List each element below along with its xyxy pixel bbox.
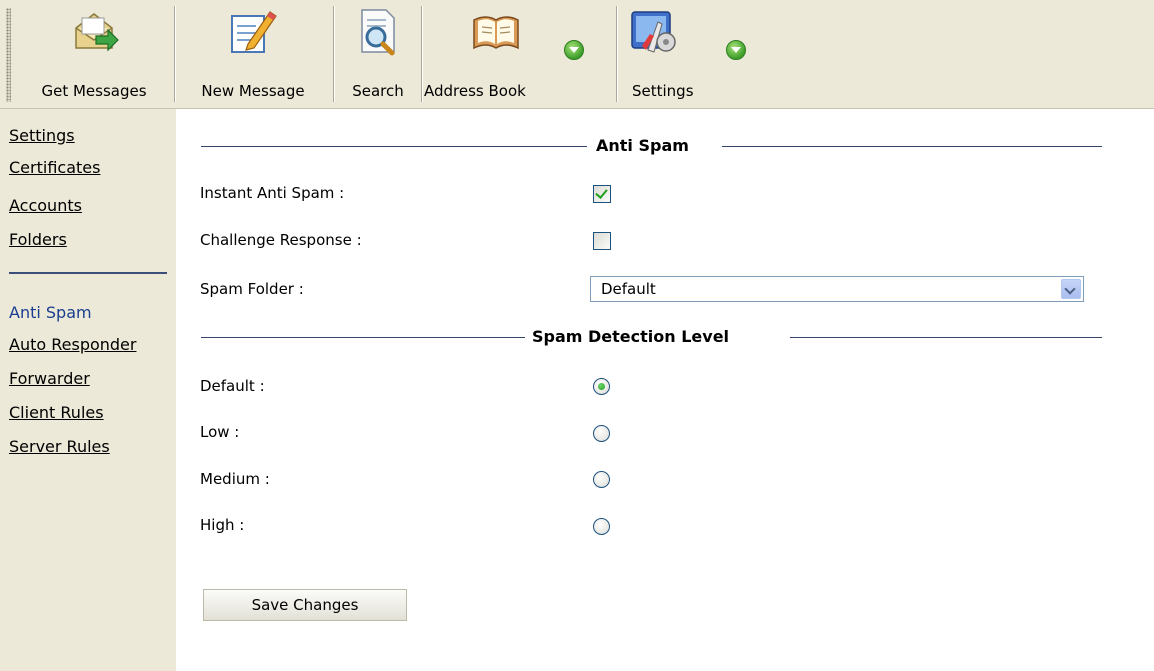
chevron-down-icon[interactable] (1061, 279, 1081, 299)
main-panel: Anti Spam Instant Anti Spam : Challenge … (176, 109, 1154, 671)
level-low-label: Low : (200, 423, 240, 441)
level-high-radio[interactable] (593, 518, 610, 535)
get-messages-icon (75, 13, 119, 52)
level-low-radio[interactable] (593, 425, 610, 442)
settings-dropdown-icon[interactable] (726, 40, 746, 60)
level-default-radio[interactable] (593, 378, 610, 395)
new-message-icon (231, 11, 277, 53)
search-icon (361, 9, 395, 56)
address-book-dropdown-icon[interactable] (564, 40, 584, 60)
instant-anti-spam-label: Instant Anti Spam : (200, 184, 345, 202)
get-messages-label: Get Messages (41, 82, 147, 100)
save-changes-button[interactable]: Save Changes (203, 589, 407, 621)
get-messages-button[interactable]: Get Messages (16, 0, 172, 108)
level-medium-radio[interactable] (593, 471, 610, 488)
spam-folder-select[interactable]: Default (590, 276, 1084, 302)
section-divider (201, 337, 525, 338)
sidebar-item-forwarder[interactable]: Forwarder (9, 369, 90, 388)
spam-folder-value: Default (601, 280, 656, 298)
new-message-button[interactable]: New Message (176, 0, 330, 108)
settings-label: Settings (632, 82, 694, 100)
sidebar-item-client-rules[interactable]: Client Rules (9, 403, 104, 422)
check-icon (595, 186, 608, 199)
toolbar: Get Messages New Message Search Address … (0, 0, 1154, 109)
anti-spam-title: Anti Spam (596, 136, 689, 155)
toolbar-grip[interactable] (6, 8, 11, 102)
address-book-icon (473, 16, 519, 50)
section-divider (201, 146, 587, 147)
new-message-label: New Message (201, 82, 305, 100)
search-button[interactable]: Search (336, 0, 420, 108)
challenge-response-checkbox[interactable] (593, 232, 611, 250)
spam-folder-label: Spam Folder : (200, 280, 304, 298)
level-high-label: High : (200, 516, 245, 534)
sidebar-item-auto-responder[interactable]: Auto Responder (9, 335, 136, 354)
sidebar-item-folders[interactable]: Folders (9, 230, 67, 249)
address-book-label: Address Book (424, 82, 526, 100)
sidebar-divider (9, 272, 167, 274)
toolbar-separator (616, 6, 618, 102)
sidebar-item-anti-spam[interactable]: Anti Spam (9, 303, 92, 322)
section-divider (790, 337, 1102, 338)
radio-selected-dot (598, 383, 605, 390)
sidebar-item-server-rules[interactable]: Server Rules (9, 437, 110, 456)
instant-anti-spam-checkbox[interactable] (593, 185, 611, 203)
level-medium-label: Medium : (200, 470, 270, 488)
level-default-label: Default : (200, 377, 265, 395)
address-book-button[interactable]: Address Book (424, 0, 608, 108)
challenge-response-label: Challenge Response : (200, 231, 362, 249)
toolbar-separator (333, 6, 335, 102)
sidebar-item-settings[interactable]: Settings (9, 126, 75, 145)
section-divider (722, 146, 1102, 147)
search-label: Search (352, 82, 404, 100)
toolbar-separator (421, 6, 423, 102)
sidebar-item-accounts[interactable]: Accounts (9, 196, 82, 215)
spam-detection-title: Spam Detection Level (532, 327, 730, 346)
settings-icon (631, 11, 676, 53)
settings-button[interactable]: Settings (620, 0, 770, 108)
sidebar: Settings Certificates Accounts Folders A… (0, 109, 176, 671)
sidebar-item-certificates[interactable]: Certificates (9, 158, 100, 177)
